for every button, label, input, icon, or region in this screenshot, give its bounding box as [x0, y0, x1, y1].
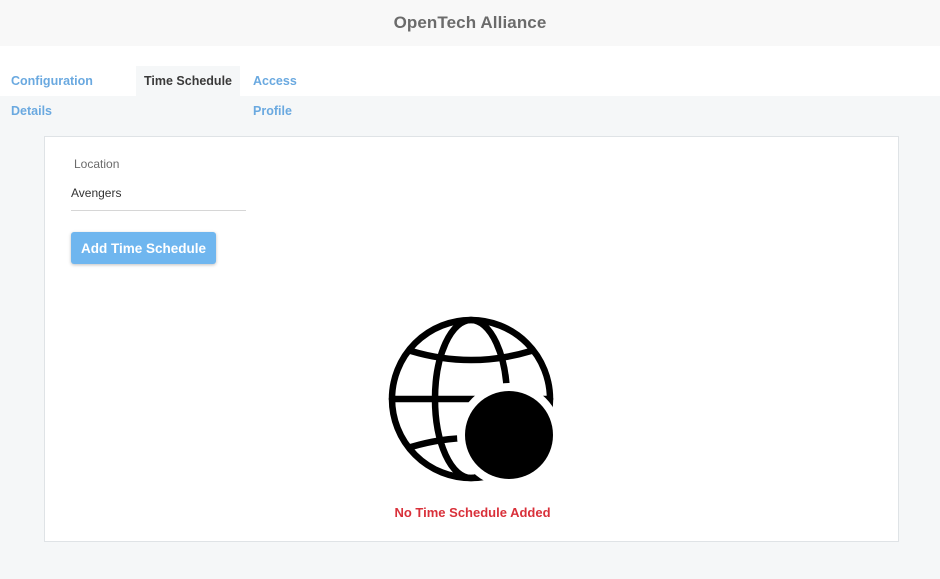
app-title: OpenTech Alliance	[393, 13, 547, 32]
globe-icon	[385, 313, 560, 485]
empty-state-message: No Time Schedule Added	[394, 505, 551, 520]
location-field-underline	[71, 210, 246, 211]
time-schedule-panel: Location Avengers Add Time Schedule No T…	[44, 136, 899, 542]
tab-configuration-details[interactable]: Configuration Details	[0, 66, 133, 118]
location-field[interactable]: Avengers	[71, 186, 121, 200]
tab-bar: Configuration Details Time Schedule Acce…	[0, 46, 940, 118]
app-header: OpenTech Alliance	[0, 0, 940, 46]
tab-access-profile[interactable]: Access Profile	[241, 66, 341, 118]
tab-time-schedule[interactable]: Time Schedule	[136, 66, 240, 96]
location-label: Location	[74, 157, 120, 171]
add-time-schedule-button[interactable]: Add Time Schedule	[71, 232, 216, 264]
